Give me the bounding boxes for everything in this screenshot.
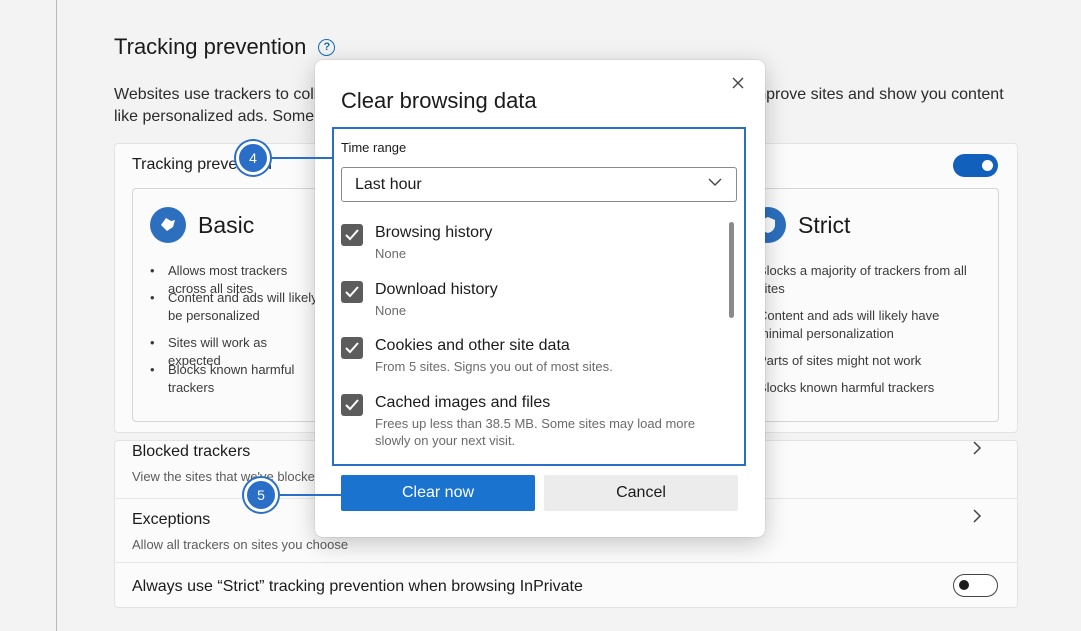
check-icon [345, 399, 359, 411]
checkbox-checked[interactable] [341, 394, 363, 416]
checkbox-checked[interactable] [341, 281, 363, 303]
step-callout-4: 4 [236, 141, 270, 175]
strict-option-header: Strict [750, 207, 850, 243]
basic-option-title: Basic [198, 211, 255, 238]
basic-option-header: Basic [150, 207, 254, 243]
check-icon [345, 342, 359, 354]
checkbox-checked[interactable] [341, 224, 363, 246]
time-range-select[interactable]: Last hour [341, 167, 737, 202]
callout-connector [270, 157, 333, 159]
chevron-down-icon [708, 178, 722, 186]
strict-bullet: •Blocks a majority of trackers from all … [740, 263, 967, 296]
option-title: Cached images and files [375, 394, 551, 411]
help-icon[interactable]: ? [318, 38, 336, 56]
check-icon [345, 229, 359, 241]
cookies-option[interactable]: Cookies and other site data From 5 sites… [341, 335, 711, 379]
basic-bullet: • Blocks known harmful trackers [150, 362, 295, 395]
blocked-trackers-title[interactable]: Blocked trackers [132, 443, 250, 461]
section-title-text: Tracking prevention [114, 34, 307, 59]
divider [114, 562, 1018, 563]
scrollbar[interactable] [729, 222, 734, 318]
strict-bullet: •Content and ads will likely have minima… [740, 308, 940, 341]
option-subtitle: Frees up less than 38.5 MB. Some sites m… [375, 416, 696, 448]
time-range-label: Time range [341, 140, 407, 155]
cached-images-option[interactable]: Cached images and files Frees up less th… [341, 392, 711, 452]
checkbox-checked[interactable] [341, 337, 363, 359]
clear-browsing-data-dialog: Clear browsing data Time range Last hour… [315, 60, 765, 537]
strict-option-title: Strict [798, 211, 851, 238]
option-subtitle: None [375, 303, 407, 318]
basic-shield-icon [150, 207, 186, 243]
time-range-value: Last hour [355, 175, 422, 193]
clear-now-button[interactable]: Clear now [341, 475, 535, 511]
step-callout-5: 5 [244, 478, 278, 512]
download-history-option[interactable]: Download history None [341, 279, 711, 323]
cancel-button[interactable]: Cancel [544, 475, 738, 511]
callout-connector [278, 494, 342, 496]
exceptions-title[interactable]: Exceptions [132, 511, 210, 529]
exceptions-subtitle: Allow all trackers on sites you choose [132, 537, 349, 552]
close-icon[interactable] [725, 70, 751, 96]
inprivate-strict-title: Always use “Strict” tracking prevention … [132, 578, 583, 595]
browsing-history-option[interactable]: Browsing history None [341, 222, 711, 266]
option-subtitle: From 5 sites. Signs you out of most site… [375, 359, 613, 374]
dialog-title: Clear browsing data [341, 88, 537, 113]
chevron-right-icon[interactable] [972, 508, 982, 529]
chevron-right-icon[interactable] [972, 440, 982, 461]
strict-bullet: •Parts of sites might not work [740, 353, 922, 368]
option-title: Browsing history [375, 224, 493, 241]
section-title: Tracking prevention ? [114, 34, 336, 60]
option-title: Download history [375, 281, 498, 298]
option-subtitle: None [375, 246, 407, 261]
basic-bullet: • Content and ads will likely be personal… [150, 290, 318, 323]
sidebar-divider [56, 0, 57, 631]
option-title: Cookies and other site data [375, 337, 570, 354]
tracking-prevention-toggle[interactable] [953, 154, 998, 177]
check-icon [345, 286, 359, 298]
strict-bullet: •Blocks known harmful trackers [740, 380, 935, 395]
inprivate-strict-toggle[interactable] [953, 574, 998, 597]
